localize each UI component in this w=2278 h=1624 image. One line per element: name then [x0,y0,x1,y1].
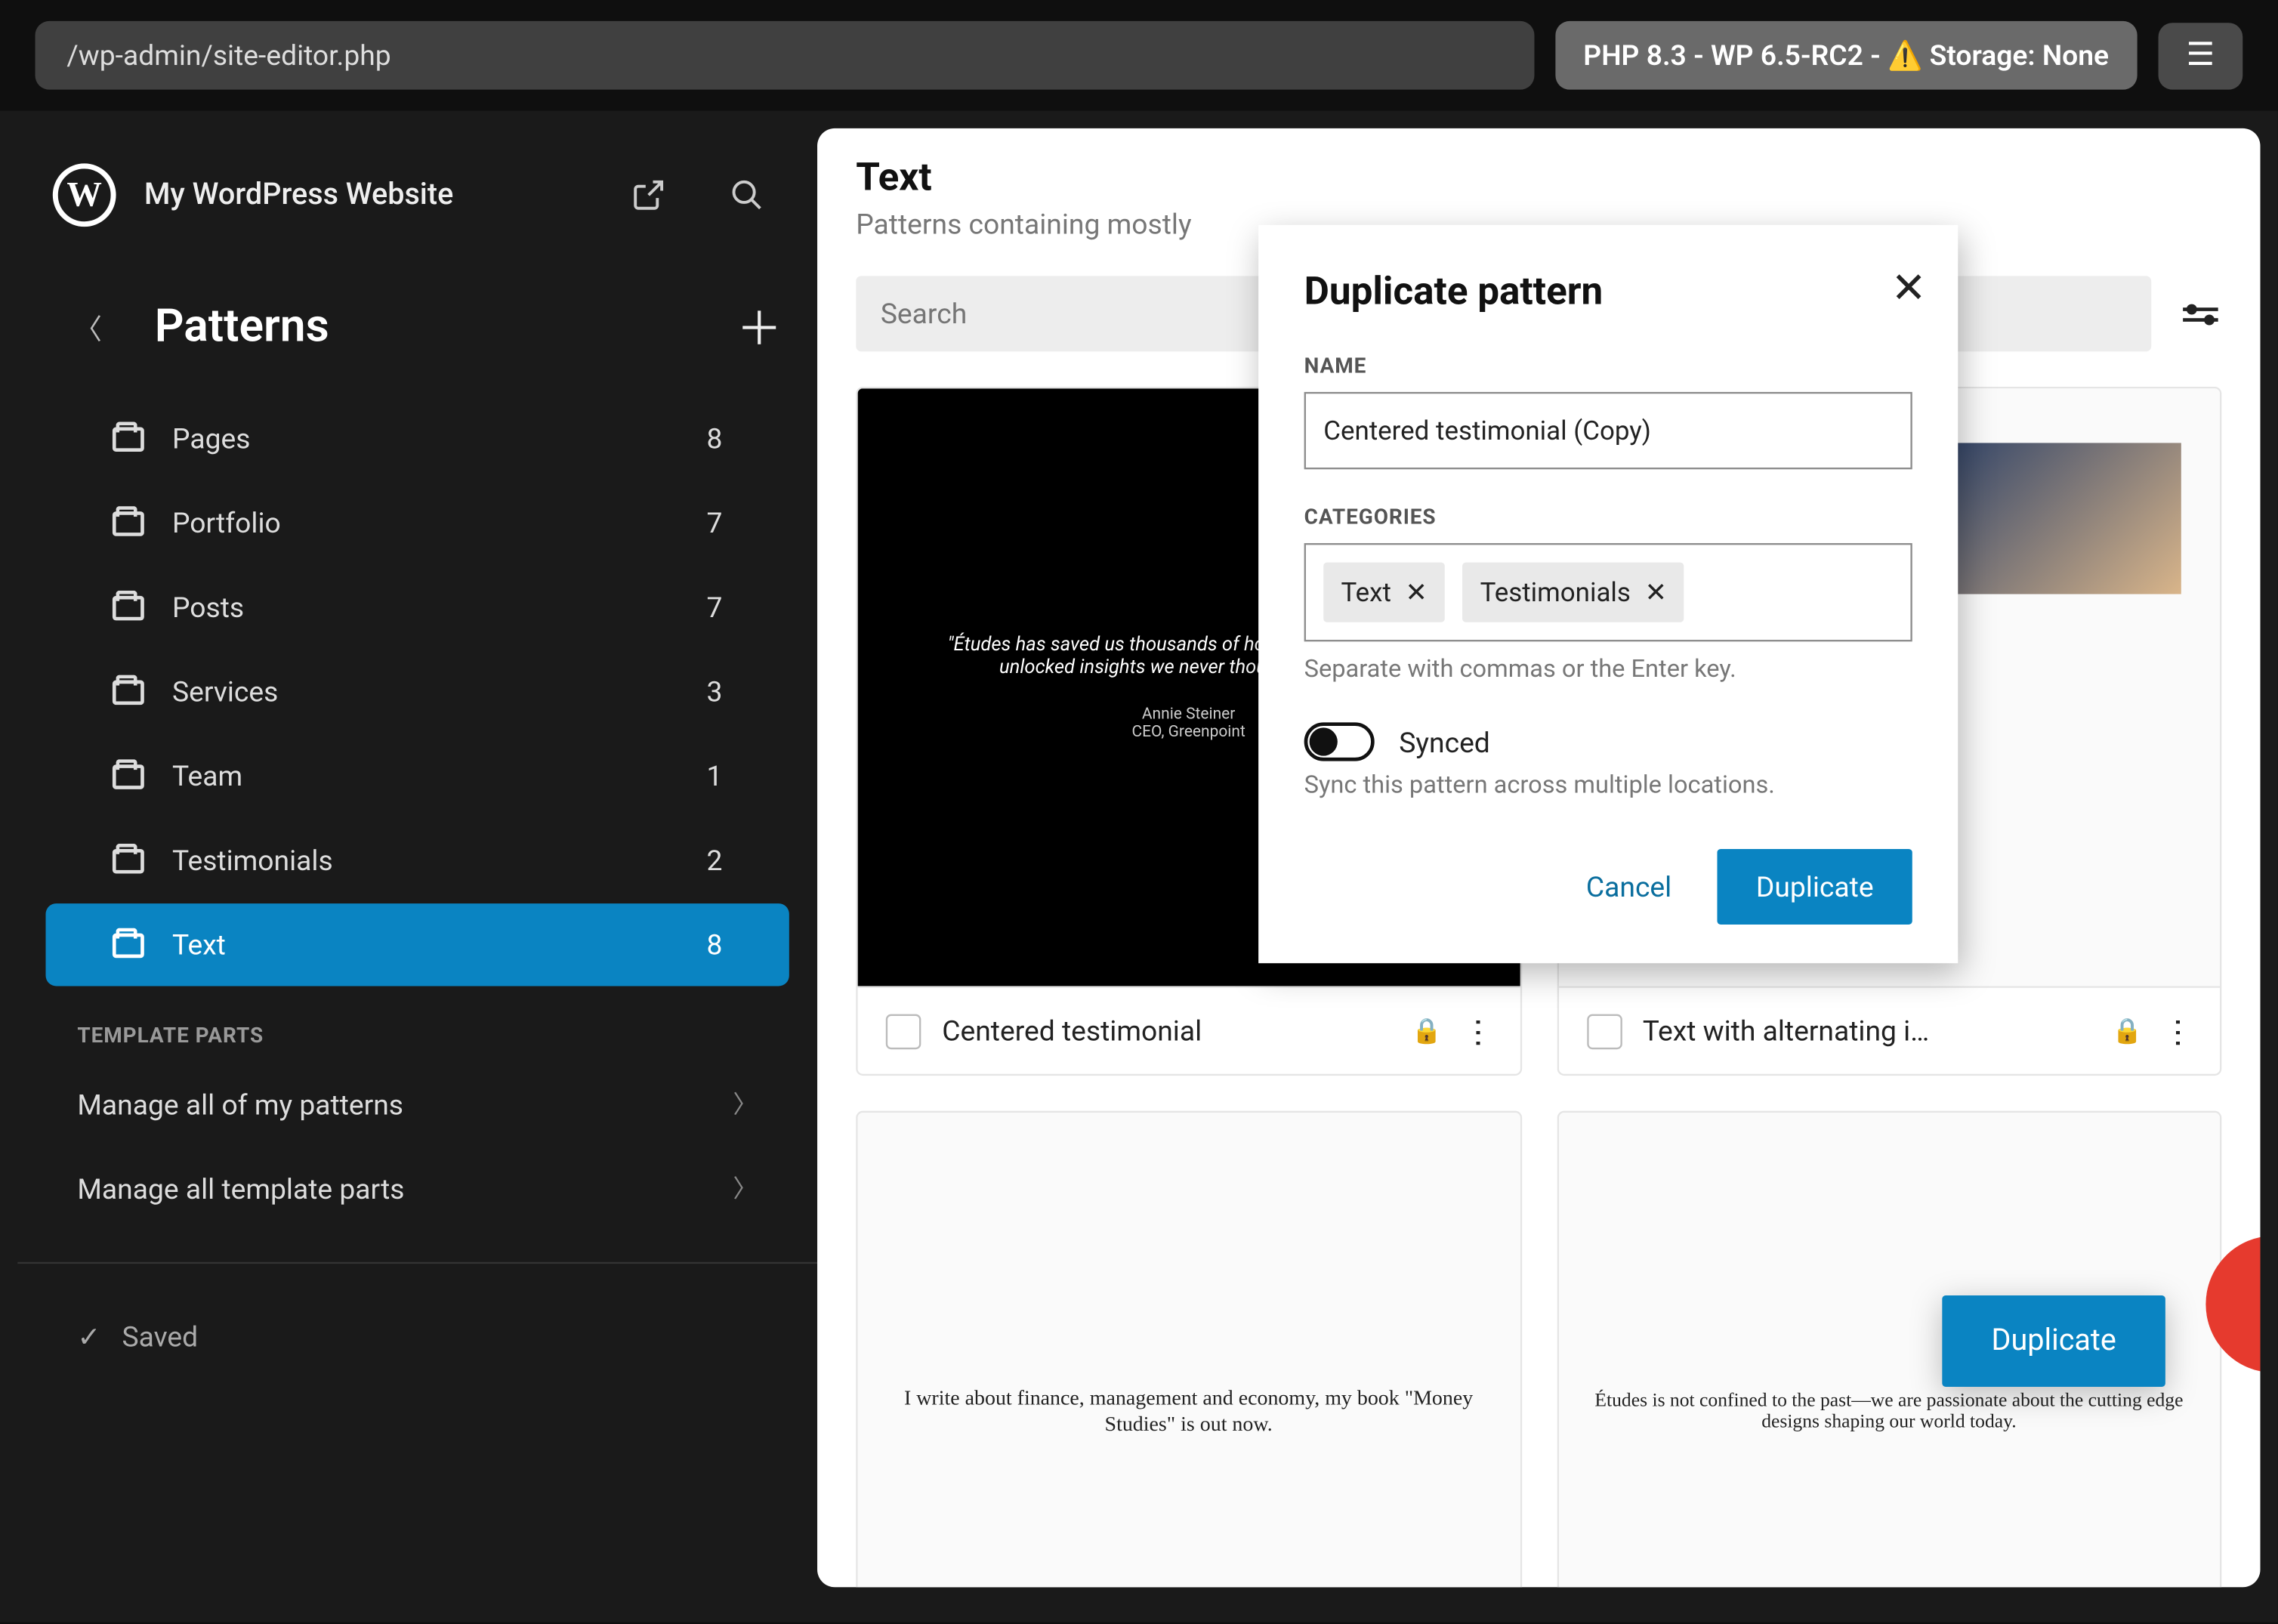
panel-title: Text [856,156,2221,200]
sidebar-item-label: Pages [172,421,678,455]
sidebar-item-count: 8 [706,421,722,455]
sidebar-link-label: Manage all template parts [77,1172,404,1205]
preview-author: Annie Steiner [1142,706,1235,724]
open-site-icon[interactable] [613,160,684,230]
folder-icon [113,426,144,451]
pattern-name: Centered testimonial [942,1014,1391,1048]
sidebar-item-label: Portfolio [172,506,678,539]
categories-label: CATEGORIES [1304,505,1912,529]
site-title: My WordPress Website [144,178,585,213]
duplicate-pattern-modal: Duplicate pattern ✕ NAME CATEGORIES Text… [1258,225,1958,963]
search-icon[interactable] [711,160,782,230]
check-icon: ✓ [77,1320,100,1354]
cancel-button[interactable]: Cancel [1561,849,1696,925]
folder-icon [113,595,144,620]
preview-author-role: CEO, Greenpoint [1131,724,1245,742]
remove-tag-icon[interactable]: ✕ [1645,576,1667,608]
pattern-preview: I write about finance, management and ec… [858,1113,1520,1587]
lock-icon: 🔒 [1412,1017,1443,1045]
synced-description: Sync this pattern across multiple locati… [1304,772,1912,800]
sidebar-item-label: Text [172,928,678,962]
checkbox[interactable] [886,1014,921,1049]
tag-label: Text [1341,576,1391,608]
lock-icon: 🔒 [2112,1017,2143,1045]
more-actions-icon[interactable]: ⋯ [1458,1017,1496,1045]
filter-icon[interactable] [2179,307,2221,321]
more-actions-icon[interactable]: ⋯ [2159,1017,2196,1045]
folder-icon [113,511,144,536]
sidebar-item-count: 7 [706,506,722,539]
sidebar-link-label: Manage all of my patterns [77,1087,403,1120]
sidebar-item-portfolio[interactable]: Portfolio 7 [46,482,789,564]
sidebar-item-text[interactable]: Text 8 [46,903,789,986]
saved-label: Saved [122,1320,199,1354]
category-tag[interactable]: Text ✕ [1323,563,1445,622]
category-tag[interactable]: Testimonials ✕ [1462,563,1684,622]
sidebar-item-pages[interactable]: Pages 8 [46,397,789,480]
wordpress-logo-icon[interactable]: W [53,163,116,227]
sidebar-item-count: 7 [706,591,722,624]
modal-title: Duplicate pattern [1304,270,1912,314]
folder-icon [113,764,144,789]
sidebar: W My WordPress Website 〈 Patterns ＋ Page… [17,128,817,1587]
sidebar-item-label: Team [172,759,678,792]
categories-input[interactable]: Text ✕ Testimonials ✕ [1304,543,1912,641]
categories-hint: Separate with commas or the Enter key. [1304,656,1912,684]
url-bar[interactable]: /wp-admin/site-editor.php [35,21,1535,90]
sidebar-section-label: TEMPLATE PARTS [17,988,817,1062]
sidebar-item-team[interactable]: Team 1 [46,735,789,817]
pattern-card[interactable]: I write about finance, management and ec… [856,1111,1521,1588]
folder-icon [113,848,144,873]
name-label: NAME [1304,354,1912,378]
sidebar-item-count: 1 [706,759,722,792]
sidebar-item-count: 3 [706,675,722,709]
sidebar-item-count: 8 [706,928,722,962]
env-badge: PHP 8.3 - WP 6.5-RC2 - ⚠️ Storage: None [1555,21,2137,90]
duplicate-button[interactable]: Duplicate [1718,849,1912,925]
duplicate-menu-item[interactable]: Duplicate [1942,1295,2165,1387]
tag-label: Testimonials [1480,576,1631,608]
sidebar-item-label: Services [172,675,678,709]
close-icon[interactable]: ✕ [1891,264,1927,313]
folder-icon [113,932,144,957]
back-icon[interactable]: 〈 [74,305,102,347]
manage-template-parts-link[interactable]: Manage all template parts 〉 [17,1146,817,1230]
chevron-right-icon: 〉 [733,1171,758,1206]
sidebar-item-count: 2 [706,844,722,877]
preview-text: I write about finance, management and ec… [858,1315,1520,1508]
divider [17,1262,817,1264]
sidebar-item-testimonials[interactable]: Testimonials 2 [46,819,789,901]
sidebar-item-label: Testimonials [172,844,678,877]
manage-patterns-link[interactable]: Manage all of my patterns 〉 [17,1062,817,1147]
synced-label: Synced [1399,725,1490,758]
remove-tag-icon[interactable]: ✕ [1406,576,1428,608]
sidebar-item-posts[interactable]: Posts 7 [46,566,789,648]
pattern-name: Text with alternating i… [1643,1014,2091,1048]
saved-indicator: ✓ Saved [17,1295,817,1378]
sidebar-item-label: Posts [172,591,678,624]
sidebar-item-services[interactable]: Services 3 [46,650,789,733]
name-input[interactable] [1304,392,1912,469]
chevron-right-icon: 〉 [733,1086,758,1122]
folder-icon [113,679,144,704]
menu-button[interactable]: ☰ [2158,22,2243,88]
add-pattern-icon[interactable]: ＋ [736,294,782,359]
checkbox[interactable] [1586,1014,1622,1049]
synced-toggle[interactable] [1304,722,1375,761]
sidebar-heading: Patterns [155,300,684,353]
